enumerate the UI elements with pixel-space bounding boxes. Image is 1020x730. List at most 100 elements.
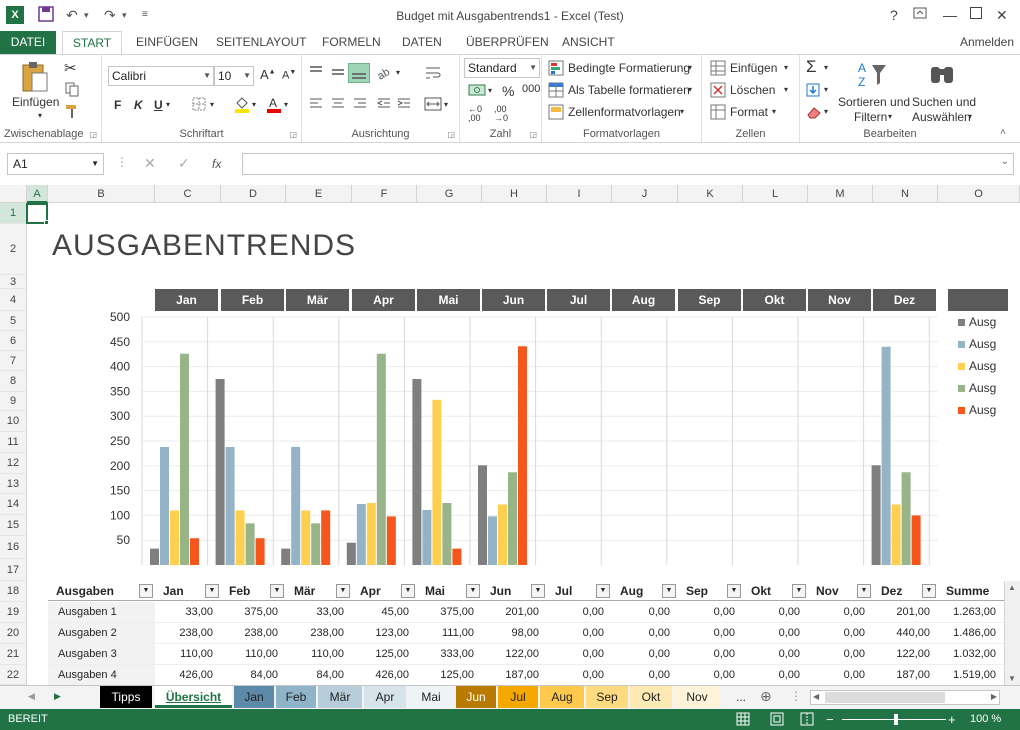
- format-as-table-button[interactable]: Als Tabelle formatieren: [568, 83, 690, 97]
- vertical-scrollbar[interactable]: ▲ ▼: [1004, 581, 1020, 685]
- column-header-c[interactable]: C: [155, 185, 221, 203]
- sheet-tab[interactable]: Jun: [456, 686, 496, 708]
- wrap-text-icon[interactable]: [424, 65, 442, 84]
- table-cell[interactable]: 0,00: [612, 644, 678, 665]
- autosum-icon[interactable]: Σ: [806, 57, 817, 77]
- row-header-11[interactable]: 11: [0, 432, 27, 453]
- conditional-formatting-icon[interactable]: [548, 60, 564, 79]
- table-cell[interactable]: 0,00: [743, 665, 808, 685]
- row-header-19[interactable]: 19: [0, 602, 27, 623]
- column-header-k[interactable]: K: [678, 185, 743, 203]
- align-right-icon[interactable]: [352, 97, 368, 114]
- table-row-label[interactable]: Ausgaben 1: [48, 602, 155, 623]
- normal-view-icon[interactable]: [736, 712, 750, 730]
- row-header-6[interactable]: 6: [0, 331, 27, 351]
- table-cell[interactable]: 122,00: [873, 644, 938, 665]
- table-row-label[interactable]: Ausgaben 4: [48, 665, 155, 685]
- column-header-a[interactable]: A: [27, 185, 48, 203]
- column-header-b[interactable]: B: [48, 185, 155, 203]
- align-top-icon[interactable]: [308, 65, 324, 82]
- sort-filter-icon[interactable]: AZ: [856, 59, 888, 94]
- cut-icon[interactable]: ✂: [64, 59, 77, 77]
- row-header-21[interactable]: 21: [0, 644, 27, 665]
- fill-color-icon[interactable]: [234, 95, 250, 116]
- table-cell[interactable]: 33,00: [155, 602, 221, 623]
- row-header-12[interactable]: 12: [0, 453, 27, 474]
- align-center-icon[interactable]: [330, 97, 346, 114]
- row-header-3[interactable]: 3: [0, 275, 27, 289]
- table-cell[interactable]: 0,00: [743, 644, 808, 665]
- delete-cells-button[interactable]: Löschen: [730, 83, 775, 97]
- close-icon[interactable]: ✕: [996, 6, 1008, 24]
- row-header-5[interactable]: 5: [0, 311, 27, 331]
- table-cell[interactable]: 238,00: [221, 623, 286, 644]
- ribbon-display-icon[interactable]: [913, 6, 927, 24]
- row-header-14[interactable]: 14: [0, 494, 27, 515]
- table-cell[interactable]: 333,00: [417, 644, 482, 665]
- scroll-left-icon[interactable]: ◀: [813, 692, 819, 701]
- table-cell[interactable]: 122,00: [482, 644, 547, 665]
- tab-page-layout[interactable]: SEITENLAYOUT: [208, 31, 314, 54]
- insert-cells-dropdown-icon[interactable]: ▾: [784, 63, 788, 72]
- row-header-8[interactable]: 8: [0, 371, 27, 392]
- row-header-13[interactable]: 13: [0, 474, 27, 494]
- number-launcher-icon[interactable]: ◲: [529, 130, 537, 139]
- table-cell[interactable]: 1.032,00: [938, 644, 1004, 665]
- zoom-slider-thumb[interactable]: [894, 714, 898, 725]
- scroll-down-icon[interactable]: ▼: [1008, 674, 1016, 683]
- table-cell[interactable]: 0,00: [547, 623, 612, 644]
- orientation-dropdown-icon[interactable]: ▾: [396, 68, 400, 77]
- expand-formula-icon[interactable]: ⌄: [1001, 156, 1009, 167]
- font-launcher-icon[interactable]: ◲: [289, 130, 297, 139]
- alignment-launcher-icon[interactable]: ◲: [447, 130, 455, 139]
- find-select-label-1[interactable]: Suchen und: [912, 95, 976, 109]
- sheet-tab[interactable]: Mai: [408, 686, 454, 708]
- italic-button[interactable]: K: [134, 98, 143, 112]
- tab-start[interactable]: START: [62, 31, 122, 55]
- row-header-16[interactable]: 16: [0, 536, 27, 559]
- row-header-7[interactable]: 7: [0, 351, 27, 371]
- table-cell[interactable]: 110,00: [286, 644, 352, 665]
- delete-cells-dropdown-icon[interactable]: ▾: [784, 85, 788, 94]
- conditional-formatting-button[interactable]: Bedingte Formatierung: [568, 61, 690, 75]
- cell-styles-button[interactable]: Zellenformatvorlagen: [568, 105, 681, 119]
- merge-dropdown-icon[interactable]: ▾: [444, 100, 448, 109]
- row-header-10[interactable]: 10: [0, 411, 27, 432]
- table-cell[interactable]: 0,00: [743, 602, 808, 623]
- column-header-e[interactable]: E: [286, 185, 352, 203]
- minimize-icon[interactable]: —: [943, 6, 957, 24]
- thousands-separator-icon[interactable]: 000: [522, 83, 540, 95]
- filter-dropdown-icon[interactable]: ▼: [596, 584, 610, 598]
- table-row-label[interactable]: Ausgaben 2: [48, 623, 155, 644]
- sheet-tab[interactable]: Okt: [630, 686, 672, 708]
- fill-handle[interactable]: [44, 220, 49, 225]
- table-cell[interactable]: 0,00: [678, 623, 743, 644]
- page-layout-view-icon[interactable]: [770, 712, 784, 730]
- collapse-ribbon-icon[interactable]: ˄: [1000, 127, 1006, 138]
- find-select-label-2[interactable]: Auswählen: [912, 110, 971, 124]
- table-cell[interactable]: 0,00: [678, 644, 743, 665]
- filter-dropdown-icon[interactable]: ▼: [922, 584, 936, 598]
- sort-filter-label-1[interactable]: Sortieren und: [838, 95, 910, 109]
- decrease-decimal-icon[interactable]: ,00 →0: [494, 105, 508, 123]
- clear-icon[interactable]: [806, 105, 822, 122]
- table-cell[interactable]: 201,00: [873, 602, 938, 623]
- table-cell[interactable]: 0,00: [808, 602, 873, 623]
- fill-icon[interactable]: [806, 83, 820, 100]
- table-cell[interactable]: 0,00: [808, 665, 873, 685]
- sheet-tab[interactable]: Mär: [318, 686, 362, 708]
- sheet-tab[interactable]: Jul: [498, 686, 538, 708]
- tab-file[interactable]: DATEI: [0, 31, 56, 54]
- filter-dropdown-icon[interactable]: ▼: [466, 584, 480, 598]
- increase-decimal-icon[interactable]: ←0,00: [468, 105, 482, 123]
- table-cell[interactable]: 0,00: [612, 602, 678, 623]
- scroll-thumb[interactable]: [825, 692, 945, 703]
- format-as-table-icon[interactable]: [548, 82, 564, 101]
- table-cell[interactable]: 0,00: [547, 644, 612, 665]
- sheet-tab[interactable]: Apr: [364, 686, 406, 708]
- column-header-g[interactable]: G: [417, 185, 482, 203]
- table-cell[interactable]: 426,00: [155, 665, 221, 685]
- clear-dropdown-icon[interactable]: ▾: [824, 107, 828, 116]
- table-cell[interactable]: 125,00: [417, 665, 482, 685]
- filter-dropdown-icon[interactable]: ▼: [139, 584, 153, 598]
